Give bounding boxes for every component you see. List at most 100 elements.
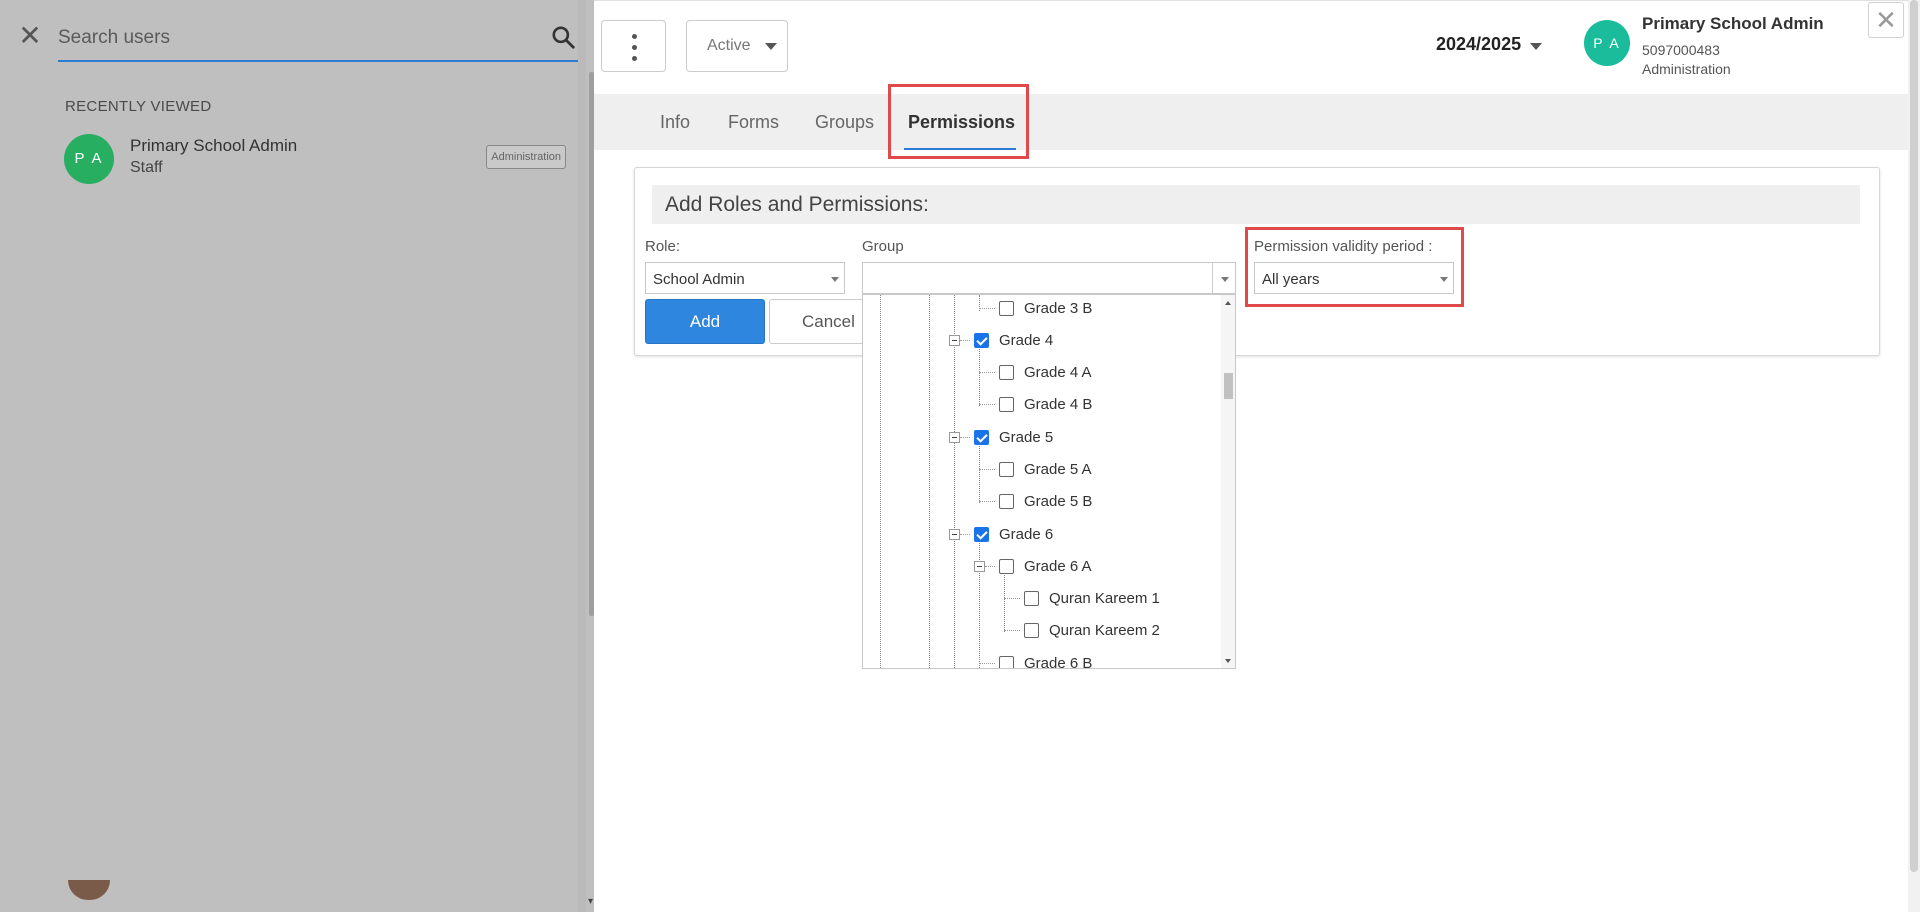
scroll-down-arrow-icon[interactable]: ▾: [588, 896, 593, 907]
left-panel-scrollbar[interactable]: [578, 0, 586, 912]
tree-item-label: Grade 6: [999, 525, 1054, 543]
collapse-toggle-icon[interactable]: [949, 529, 960, 540]
tree-guide: [929, 295, 930, 668]
profile-department: Administration: [1642, 61, 1731, 77]
checkbox[interactable]: [999, 493, 1014, 509]
tree-connector: [1004, 630, 1020, 631]
tree-connector: [985, 566, 995, 567]
close-drawer-icon[interactable]: ✕: [1868, 2, 1904, 38]
tree-item-label: Quran Kareem 1: [1049, 589, 1160, 607]
tree-connector: [979, 501, 995, 502]
tree-item-grade-4b[interactable]: Grade 4 B: [999, 393, 1092, 415]
search-input[interactable]: [58, 18, 538, 58]
tree-guide: [954, 295, 955, 668]
recent-user-name: Primary School Admin: [130, 136, 298, 155]
scroll-up-arrow-icon[interactable]: [1225, 301, 1231, 305]
academic-year-dropdown[interactable]: 2024/2025: [1436, 34, 1542, 55]
tab-info[interactable]: Info: [660, 112, 690, 133]
tree-item-quran-kareem-1[interactable]: Quran Kareem 1: [1024, 587, 1160, 609]
tree-item-label: Grade 6 B: [1024, 654, 1093, 669]
tab-bar: Info Forms Groups Permissions: [594, 94, 1908, 150]
group-dropdown[interactable]: [862, 262, 1236, 294]
checkbox[interactable]: [999, 655, 1014, 668]
group-tree-dropdown: Grade 3 B Grade 4 Grade 4 A Grade 4 B Gr…: [862, 294, 1236, 669]
kebab-dot: [632, 45, 637, 50]
recent-user-role: Staff: [130, 159, 163, 176]
tree-item-label: Quran Kareem 2: [1049, 621, 1160, 639]
tree-item-label: Grade 5: [999, 428, 1054, 446]
tree-connector: [1004, 598, 1020, 599]
kebab-dot: [632, 56, 637, 61]
tree-item-quran-kareem-2[interactable]: Quran Kareem 2: [1024, 619, 1160, 641]
cancel-label: Cancel: [802, 312, 855, 331]
chevron-down-icon: [831, 277, 839, 282]
tree-item-grade-6[interactable]: Grade 6: [974, 523, 1053, 545]
avatar: P A: [1584, 20, 1630, 66]
tree-item-grade-5[interactable]: Grade 5: [974, 426, 1053, 448]
chevron-down-icon[interactable]: [1221, 277, 1229, 282]
tree-guide: [880, 295, 881, 668]
tab-forms[interactable]: Forms: [728, 112, 779, 133]
kebab-menu-icon: [632, 34, 637, 39]
tree-guide: [979, 342, 980, 406]
chevron-down-icon: [765, 43, 777, 50]
dropdown-separator: [1212, 263, 1213, 293]
close-search-icon[interactable]: ✕: [16, 22, 44, 50]
tree-connector: [979, 372, 995, 373]
tab-groups[interactable]: Groups: [815, 112, 874, 133]
tree-item-label: Grade 3 B: [1024, 299, 1093, 317]
form-header: Add Roles and Permissions:: [652, 185, 1860, 224]
tree-item-label: Grade 5 A: [1024, 460, 1092, 478]
checkbox[interactable]: [974, 332, 989, 348]
cancel-button[interactable]: Cancel: [769, 299, 869, 344]
status-value: Active: [707, 37, 751, 54]
add-button[interactable]: Add: [645, 299, 765, 344]
permissions-tab-highlight: [888, 84, 1029, 159]
tree-item-grade-4[interactable]: Grade 4: [974, 329, 1053, 351]
checkbox[interactable]: [974, 526, 989, 542]
collapse-toggle-icon[interactable]: [949, 335, 960, 346]
status-dropdown[interactable]: Active: [686, 20, 788, 72]
search-field: [58, 18, 580, 62]
checkbox[interactable]: [999, 558, 1014, 574]
tree-item-grade-5a[interactable]: Grade 5 A: [999, 458, 1092, 480]
tree-connector: [979, 308, 995, 309]
tree-item-grade-4a[interactable]: Grade 4 A: [999, 361, 1092, 383]
tree-item-grade-3b[interactable]: Grade 3 B: [999, 297, 1092, 319]
role-label: Role:: [645, 238, 681, 255]
avatar: P A: [64, 134, 114, 184]
role-value: School Admin: [653, 271, 745, 288]
academic-year-value: 2024/2025: [1436, 34, 1522, 54]
checkbox[interactable]: [999, 300, 1014, 316]
checkbox[interactable]: [999, 396, 1014, 412]
role-dropdown[interactable]: School Admin: [645, 262, 845, 294]
user-search-panel: ✕ RECENTLY VIEWED P A Primary School Adm…: [0, 0, 594, 912]
tree-item-label: Grade 6 A: [1024, 557, 1092, 575]
collapse-toggle-icon[interactable]: [949, 432, 960, 443]
chevron-down-icon: [1530, 43, 1542, 50]
tree-item-label: Grade 4 A: [1024, 363, 1092, 381]
checkbox[interactable]: [999, 461, 1014, 477]
tree-scrollbar[interactable]: [1221, 295, 1235, 668]
tree-item-label: Grade 5 B: [1024, 492, 1093, 510]
tree-connector: [960, 437, 970, 438]
search-icon[interactable]: [550, 24, 576, 50]
tree-item-grade-5b[interactable]: Grade 5 B: [999, 490, 1092, 512]
checkbox[interactable]: [1024, 590, 1039, 606]
department-badge: Administration: [486, 145, 566, 169]
checkbox[interactable]: [1024, 622, 1039, 638]
recent-user-item[interactable]: P A Primary School Admin Staff Administr…: [64, 134, 566, 184]
tree-guide: [1004, 568, 1005, 632]
checkbox[interactable]: [974, 429, 989, 445]
scroll-down-arrow-icon[interactable]: [1225, 659, 1231, 663]
profile-id: 5097000483: [1642, 42, 1720, 58]
profile-name: Primary School Admin: [1642, 14, 1824, 33]
more-options-button[interactable]: [601, 20, 666, 72]
checkbox[interactable]: [999, 364, 1014, 380]
tree-connector: [979, 469, 995, 470]
tree-scroll-thumb[interactable]: [1224, 373, 1233, 399]
collapse-toggle-icon[interactable]: [974, 561, 985, 572]
tree-item-grade-6b[interactable]: Grade 6 B: [999, 652, 1093, 669]
drawer-scroll-thumb[interactable]: [1910, 0, 1918, 872]
tree-item-grade-6a[interactable]: Grade 6 A: [999, 555, 1092, 577]
